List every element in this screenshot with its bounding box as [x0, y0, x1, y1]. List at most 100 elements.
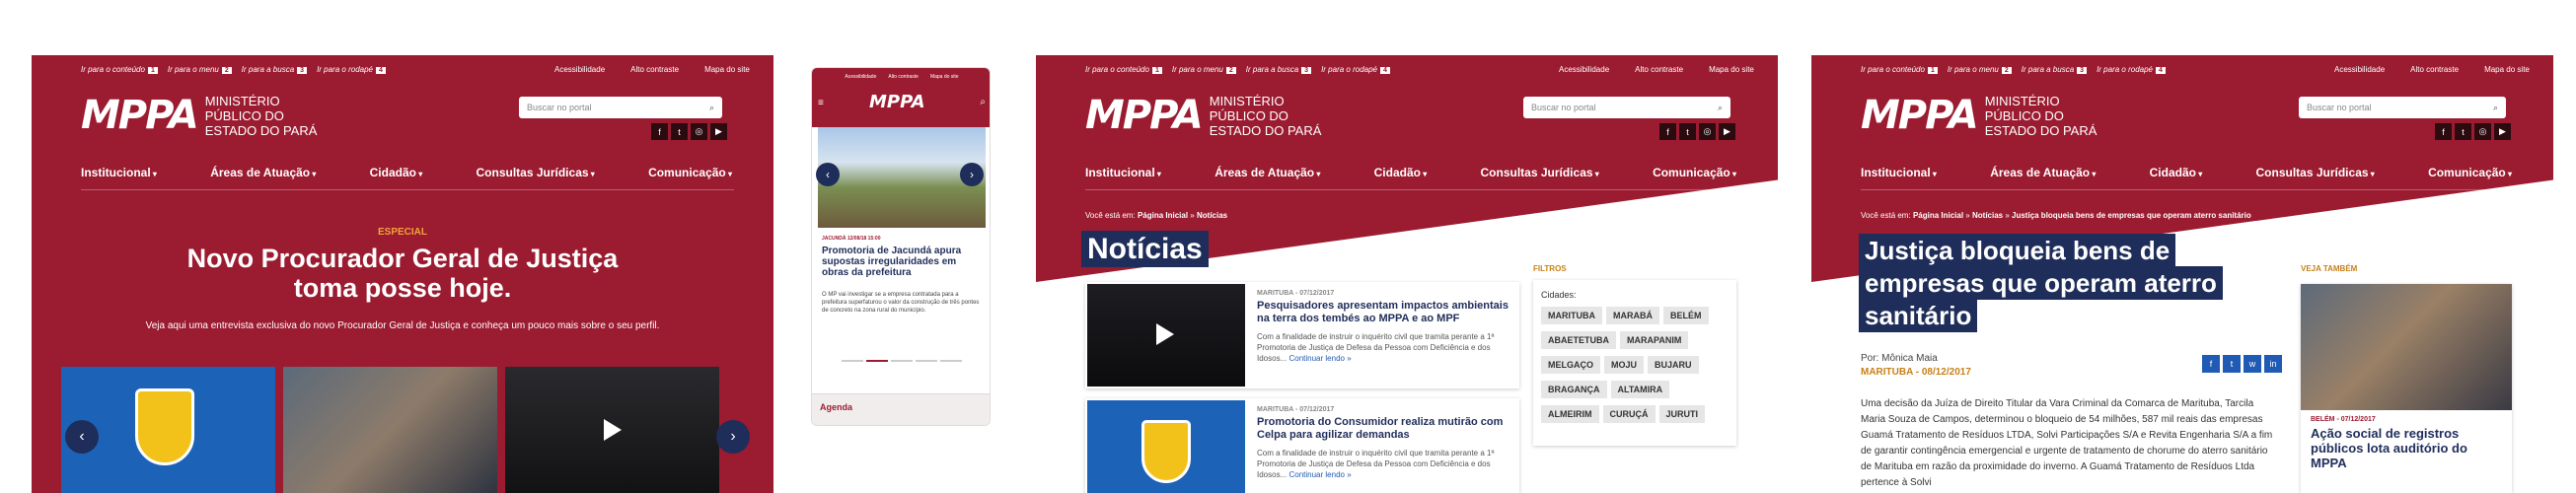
news-thumbnail-video[interactable]: [1087, 284, 1245, 387]
site-logo[interactable]: MPPA MINISTÉRIO PÚBLICO DO ESTADO DO PAR…: [1861, 93, 2113, 138]
skip-link[interactable]: Ir para o conteúdo 1: [81, 65, 158, 74]
site-logo[interactable]: MPPA MINISTÉRIO PÚBLICO DO ESTADO DO PAR…: [81, 93, 333, 138]
city-filter[interactable]: MARABÁ: [1606, 307, 1659, 324]
nav-areas-de-atuacao[interactable]: Áreas de Atuação: [1214, 166, 1320, 179]
carousel-dot[interactable]: [842, 360, 863, 362]
carousel-next-button[interactable]: ›: [960, 163, 984, 186]
accessibility-link[interactable]: Acessibilidade: [1559, 65, 1609, 74]
share-twitter-icon[interactable]: t: [2223, 355, 2241, 373]
instagram-icon[interactable]: ◎: [2474, 123, 2491, 140]
search-input[interactable]: Buscar no portal ⌕: [1523, 97, 1730, 118]
nav-comunicacao[interactable]: Comunicação: [2428, 166, 2512, 179]
hero-title[interactable]: Novo Procurador Geral de Justiça toma po…: [185, 244, 620, 303]
news-card[interactable]: MARITUBA - 07/12/2017 Pesquisadores apre…: [1085, 282, 1519, 388]
sitemap-link[interactable]: Mapa do site: [1709, 65, 1754, 74]
nav-areas-de-atuacao[interactable]: Áreas de Atuação: [210, 166, 316, 179]
skip-link[interactable]: Ir para o menu 2: [1948, 65, 2012, 74]
skip-link[interactable]: Ir para o menu 2: [168, 65, 232, 74]
city-filter[interactable]: BUJARU: [1648, 356, 1699, 374]
site-logo[interactable]: MPPA MINISTÉRIO PÚBLICO DO ESTADO DO PAR…: [1085, 93, 1338, 138]
twitter-icon[interactable]: t: [671, 123, 688, 140]
youtube-icon[interactable]: ▶: [2494, 123, 2511, 140]
mobile-logo[interactable]: MPPA: [869, 92, 925, 112]
breadcrumb-news[interactable]: Notícias: [1972, 211, 2003, 220]
skip-link[interactable]: Ir para o rodapé 4: [317, 65, 386, 74]
play-icon[interactable]: [1156, 323, 1174, 345]
nav-consultas-juridicas[interactable]: Consultas Jurídicas: [2256, 166, 2375, 179]
city-filter[interactable]: BRAGANÇA: [1541, 381, 1607, 398]
city-filter[interactable]: MARAPANIM: [1620, 331, 1689, 349]
high-contrast-link[interactable]: Alto contraste: [1635, 65, 1683, 74]
carousel-next-button[interactable]: ›: [716, 420, 750, 454]
high-contrast-link[interactable]: Alto contraste: [630, 65, 679, 74]
skip-link[interactable]: Ir para o conteúdo 1: [1861, 65, 1938, 74]
nav-consultas-juridicas[interactable]: Consultas Jurídicas: [477, 166, 595, 179]
accessibility-link[interactable]: Acessibilidade: [845, 74, 876, 80]
high-contrast-link[interactable]: Alto contraste: [888, 74, 919, 80]
sitemap-link[interactable]: Mapa do site: [704, 65, 750, 74]
continue-reading-link[interactable]: Continuar lendo »: [1288, 354, 1351, 363]
nav-comunicacao[interactable]: Comunicação: [648, 166, 732, 179]
related-title[interactable]: Ação social de registros públicos lota a…: [2311, 426, 2498, 470]
skip-link[interactable]: Ir para o menu 2: [1172, 65, 1236, 74]
sitemap-link[interactable]: Mapa do site: [2484, 65, 2530, 74]
search-icon[interactable]: ⌕: [709, 103, 714, 113]
youtube-icon[interactable]: ▶: [710, 123, 727, 140]
search-icon[interactable]: ⌕: [980, 97, 986, 107]
search-input[interactable]: Buscar no portal ⌕: [519, 97, 722, 118]
carousel-dot[interactable]: [891, 360, 913, 362]
city-filter[interactable]: CURUÇÁ: [1602, 405, 1656, 423]
facebook-icon[interactable]: f: [1659, 123, 1676, 140]
nav-institucional[interactable]: Institucional: [1861, 166, 1937, 179]
city-filter[interactable]: ABAETETUBA: [1541, 331, 1616, 349]
carousel-prev-button[interactable]: ‹: [65, 420, 99, 454]
nav-cidadao[interactable]: Cidadão: [370, 166, 423, 179]
nav-areas-de-atuacao[interactable]: Áreas de Atuação: [1990, 166, 2096, 179]
nav-consultas-juridicas[interactable]: Consultas Jurídicas: [1481, 166, 1599, 179]
agenda-title[interactable]: Agenda: [820, 402, 852, 412]
skip-link[interactable]: Ir para o rodapé 4: [2097, 65, 2166, 74]
news-title[interactable]: Pesquisadores apresentam impactos ambien…: [1257, 300, 1509, 325]
news-card[interactable]: MARITUBA - 07/12/2017 Promotoria do Cons…: [1085, 398, 1519, 493]
share-whatsapp-icon[interactable]: w: [2244, 355, 2261, 373]
instagram-icon[interactable]: ◎: [1699, 123, 1716, 140]
youtube-icon[interactable]: ▶: [1719, 123, 1735, 140]
facebook-icon[interactable]: f: [651, 123, 668, 140]
city-filter[interactable]: JURUTI: [1658, 405, 1706, 423]
sitemap-link[interactable]: Mapa do site: [930, 74, 959, 80]
carousel-image-video[interactable]: [505, 367, 719, 493]
city-filter[interactable]: MOJU: [1604, 356, 1645, 374]
city-filter[interactable]: ALMEIRIM: [1541, 405, 1599, 423]
related-card[interactable]: BELÉM - 07/12/2017 Ação social de regist…: [2301, 284, 2512, 493]
twitter-icon[interactable]: t: [2455, 123, 2471, 140]
news-thumbnail-brasao[interactable]: [1087, 400, 1245, 493]
city-filter[interactable]: ALTAMIRA: [1610, 381, 1670, 398]
related-image[interactable]: [2301, 284, 2512, 410]
twitter-icon[interactable]: t: [1679, 123, 1696, 140]
carousel-prev-button[interactable]: ‹: [816, 163, 840, 186]
skip-link[interactable]: Ir para a busca 3: [242, 65, 308, 74]
accessibility-link[interactable]: Acessibilidade: [554, 65, 605, 74]
menu-icon[interactable]: ≡: [818, 98, 824, 108]
skip-link[interactable]: Ir para o rodapé 4: [1321, 65, 1390, 74]
nav-institucional[interactable]: Institucional: [1085, 166, 1161, 179]
city-filter[interactable]: MARITUBA: [1541, 307, 1602, 324]
play-icon[interactable]: [604, 419, 622, 441]
accessibility-link[interactable]: Acessibilidade: [2334, 65, 2385, 74]
instagram-icon[interactable]: ◎: [691, 123, 707, 140]
facebook-icon[interactable]: f: [2435, 123, 2452, 140]
breadcrumb-home[interactable]: Página Inicial: [1138, 211, 1188, 220]
share-linkedin-icon[interactable]: in: [2264, 355, 2282, 373]
skip-link[interactable]: Ir para o conteúdo 1: [1085, 65, 1162, 74]
search-icon[interactable]: ⌕: [2493, 103, 2498, 113]
nav-institucional[interactable]: Institucional: [81, 166, 157, 179]
continue-reading-link[interactable]: Continuar lendo »: [1288, 470, 1351, 479]
city-filter[interactable]: MELGAÇO: [1541, 356, 1600, 374]
nav-cidadao[interactable]: Cidadão: [1374, 166, 1428, 179]
news-title[interactable]: Promotoria do Consumidor realiza mutirão…: [1257, 416, 1509, 442]
nav-cidadao[interactable]: Cidadão: [2150, 166, 2203, 179]
carousel-dot-active[interactable]: [866, 360, 888, 362]
carousel-dot[interactable]: [916, 360, 937, 362]
news-title[interactable]: Promotoria de Jacundá apura supostas irr…: [822, 246, 980, 278]
search-input[interactable]: Buscar no portal ⌕: [2299, 97, 2506, 118]
